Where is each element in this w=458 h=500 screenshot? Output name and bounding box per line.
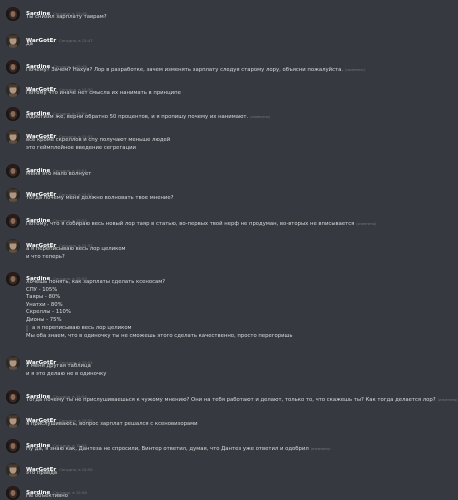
message-text: да [26, 41, 33, 48]
avatar[interactable] [6, 439, 20, 453]
edited-marker: (изменено) [356, 222, 377, 226]
timestamp: Сегодня, в 15:55 [59, 467, 93, 472]
message-text-content: Тогда почему ты не прислушиваешься к чуж… [26, 397, 436, 403]
message-text-content: да [26, 41, 33, 47]
avatar[interactable] [6, 214, 20, 228]
edited-marker: (изменено) [250, 115, 271, 119]
message-text: Почему? Зачем? Нахуя? Лор в разработке, … [26, 67, 365, 74]
avatar[interactable] [6, 83, 20, 97]
avatar[interactable] [6, 390, 20, 404]
message-text: это правда [26, 470, 57, 477]
message-text: Унатхи - 80% [26, 302, 63, 309]
avatar[interactable] [6, 463, 20, 477]
avatar[interactable] [6, 414, 20, 428]
message-text: Потому, что я собираю весь новый лор тая… [26, 221, 376, 228]
avatar[interactable] [6, 107, 20, 121]
message-text-content: и что теперь? [26, 253, 65, 260]
message-text: это геймплейное введение сегрегации [26, 145, 136, 152]
avatar[interactable] [6, 356, 20, 370]
message-text-content: и я это делаю не в одиночку [26, 370, 107, 377]
edited-marker: (изменено) [310, 447, 331, 451]
message-text-content: СПУ - 105% [26, 286, 58, 293]
message-text-content: Потому что иначе нет смысла их нанимать … [26, 90, 181, 96]
message-text: все кроме скреллов и спу получают меньше… [26, 137, 170, 144]
message-text: СПУ - 105% [26, 287, 57, 294]
message-text: У меня другая таблица [26, 363, 91, 370]
message-header: WarGotEr Сегодня, в 15:47 [26, 32, 93, 46]
message-text: Ты снизил зарплату таврам? [26, 14, 107, 21]
quote-bar [26, 325, 28, 332]
avatar[interactable] [6, 60, 20, 74]
message-text-content: Ну да, я знаю как, Дантеза не спросили, … [26, 446, 309, 452]
message-text-content: это геймплейное введение сегрегации [26, 144, 136, 151]
message-text: Тогда почему ты не прислушиваешься к чуж… [26, 397, 458, 404]
message-text-content: Потому, что я собираю весь новый лор тая… [26, 221, 355, 227]
message-text-content: тогда почему меня должно волновать твое … [26, 195, 174, 201]
message-text: и что теперь? [26, 254, 65, 261]
message-text-content: а я переписываю весь лор целиком [26, 246, 126, 252]
message-text: тогда почему меня должно волновать твое … [26, 195, 173, 202]
message-text-content: Меня это мало волнует [26, 171, 92, 177]
message-text: Хочешь понять, как зарплаты сделать ксен… [26, 279, 165, 286]
message-text-content: Унатхи - 80% [26, 301, 63, 308]
message-text-content: Скреллы - 110% [26, 309, 71, 315]
message-text-content: Хочешь понять, как зарплаты сделать ксен… [26, 279, 166, 285]
message-text: Таяры - 80% [26, 294, 60, 301]
avatar[interactable] [6, 188, 20, 202]
chat-log: Sardine Сегодня, в 15:46 Ты снизил зарплат… [0, 0, 458, 500]
message-text: Не объективно [26, 493, 68, 500]
message-text: Мы оба знаем, что в одиночку ты не сможе… [26, 333, 293, 339]
message-text-content: Ты снизил зарплату таврам? [26, 14, 107, 20]
avatar[interactable] [6, 130, 20, 144]
message-text-content: У меня другая таблица [26, 363, 91, 369]
message-text: а я переписываю весь лор целиком [26, 246, 126, 253]
message-text-content: Не объективно [26, 493, 68, 499]
message-text: Скреллы - 110% [26, 309, 71, 316]
avatar[interactable] [6, 34, 20, 48]
message-text: я прислушиваюсь, вопрос зарплат решался … [26, 421, 198, 428]
avatar[interactable] [6, 7, 20, 21]
quote-text: а я переписываю весь лор целиком [32, 325, 132, 331]
avatar[interactable] [6, 486, 20, 500]
message-text: Идиотизм же, верни обратно 50 процентов,… [26, 114, 270, 121]
message-text-content: Таяры - 80% [26, 294, 61, 300]
message-text-content: я прислушиваюсь, вопрос зарплат решался … [26, 421, 198, 427]
avatar[interactable] [6, 239, 20, 253]
timestamp: Сегодня, в 15:47 [59, 38, 93, 43]
message-text: Дионы - 75% [26, 317, 62, 324]
message-text-content: Идиотизм же, верни обратно 50 процентов,… [26, 114, 249, 120]
avatar[interactable] [6, 272, 20, 286]
avatar[interactable] [6, 164, 20, 178]
message-text-content: все кроме скреллов и спу получают меньше… [26, 137, 171, 143]
message-text: Меня это мало волнует [26, 171, 91, 178]
message-text-content: Дионы - 75% [26, 316, 62, 323]
edited-marker: (изменено) [345, 68, 365, 72]
message-text: и я это делаю не в одиночку [26, 371, 106, 378]
message-text: Потому что иначе нет смысла их нанимать … [26, 90, 181, 97]
message-text-content: это правда [26, 470, 58, 476]
edited-marker: (изменено) [437, 398, 458, 402]
message-text-content: Почему? Зачем? Нахуя? Лор в разработке, … [26, 67, 343, 73]
message-text: Ну да, я знаю как, Дантеза не спросили, … [26, 446, 331, 453]
